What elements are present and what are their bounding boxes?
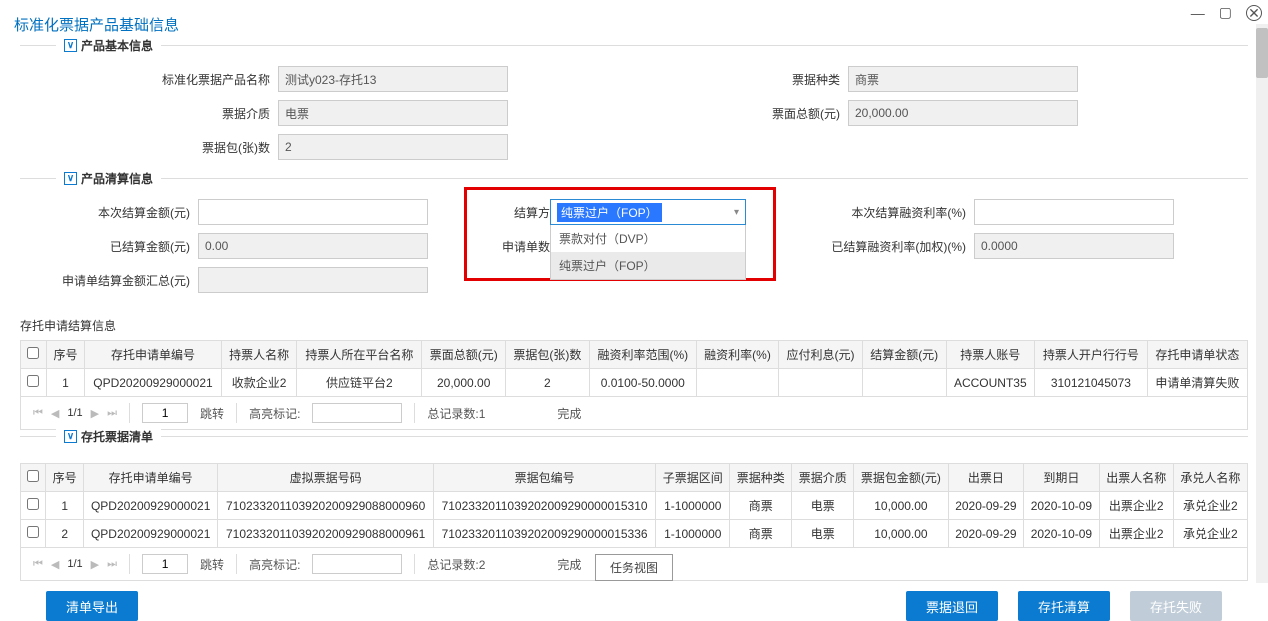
settle-rate-input[interactable] xyxy=(974,199,1174,225)
chevron-down-icon: ∨ xyxy=(64,39,77,52)
chevron-down-icon: ∨ xyxy=(64,172,77,185)
table-header: 持票人所在平台名称 xyxy=(297,341,422,369)
table-header: 结算金额(元) xyxy=(862,341,946,369)
pager-highlight-input[interactable] xyxy=(312,403,402,423)
table-header: 持票人开户行行号 xyxy=(1035,341,1148,369)
settle-info-pager: ⏮ ◀ 1/1 ▶ ⏭ 跳转 高亮标记: 总记录数:1 完成 xyxy=(20,397,1248,430)
table-header: 存托申请单状态 xyxy=(1147,341,1247,369)
pager-goto-input[interactable] xyxy=(142,403,188,423)
bank-link[interactable]: 310121045073 xyxy=(1035,369,1148,397)
export-button[interactable]: 清单导出 xyxy=(46,591,138,621)
table-header: 融资利率范围(%) xyxy=(589,341,696,369)
table-header: 票据种类 xyxy=(730,464,792,492)
table-header: 融资利率(%) xyxy=(696,341,778,369)
table-row[interactable]: 1QPD202009290000217102332011039202009290… xyxy=(21,492,1248,520)
table-header: 承兑人名称 xyxy=(1173,464,1247,492)
settle-method-option-dvp[interactable]: 票款对付（DVP） xyxy=(551,225,745,252)
pack-count-label: 票据包(张)数 xyxy=(48,139,278,156)
header-checkbox[interactable] xyxy=(27,470,39,482)
settled-amt-label: 已结算金额(元) xyxy=(48,238,198,255)
table-header: 出票日 xyxy=(948,464,1024,492)
section-clearing-legend[interactable]: ∨ 产品清算信息 xyxy=(56,170,161,187)
medium-field xyxy=(278,100,508,126)
table-header: 持票人名称 xyxy=(221,341,296,369)
table-header: 存托申请单编号 xyxy=(83,464,217,492)
table-header: 持票人账号 xyxy=(946,341,1035,369)
table-header xyxy=(21,464,46,492)
return-button[interactable]: 票据退回 xyxy=(906,591,998,621)
table-header: 票据介质 xyxy=(792,464,854,492)
table-header: 票面总额(元) xyxy=(422,341,506,369)
bill-type-label: 票据种类 xyxy=(728,71,848,88)
settled-rate-label: 已结算融资利率(加权)(%) xyxy=(814,238,974,255)
bill-type-field xyxy=(848,66,1078,92)
face-total-label: 票面总额(元) xyxy=(728,105,848,122)
pack-count-field xyxy=(278,134,508,160)
bill-list-table: 序号存托申请单编号虚拟票据号码票据包编号子票据区间票据种类票据介质票据包金额(元… xyxy=(20,463,1248,548)
settle-button[interactable]: 存托清算 xyxy=(1018,591,1110,621)
table-header: 应付利息(元) xyxy=(779,341,863,369)
task-view-button[interactable]: 任务视图 xyxy=(595,554,673,581)
pager-last-icon[interactable]: ⏭ xyxy=(107,407,117,420)
product-name-label: 标准化票据产品名称 xyxy=(48,71,278,88)
row-checkbox[interactable] xyxy=(27,498,39,510)
table-header: 存托申请单编号 xyxy=(85,341,222,369)
table-header: 序号 xyxy=(46,341,84,369)
pager-first-icon[interactable]: ⏮ xyxy=(33,558,43,571)
table-row[interactable]: 1 QPD20200929000021 收款企业2 供应链平台2 20,000.… xyxy=(21,369,1248,397)
settle-amt-label: 本次结算金额(元) xyxy=(48,204,198,221)
settle-amt-input[interactable] xyxy=(198,199,428,225)
table-header: 票据包(张)数 xyxy=(506,341,590,369)
account-link[interactable]: ACCOUNT35 xyxy=(946,369,1035,397)
product-name-field xyxy=(278,66,508,92)
page-title: 标准化票据产品基础信息 xyxy=(0,0,1268,45)
settle-method-select[interactable]: 纯票过户（FOP） ▾ xyxy=(550,199,746,225)
table-header: 出票人名称 xyxy=(1099,464,1173,492)
table-header: 虚拟票据号码 xyxy=(218,464,434,492)
pager-prev-icon[interactable]: ◀ xyxy=(51,407,59,420)
face-total-field xyxy=(848,100,1078,126)
settle-method-option-fop[interactable]: 纯票过户（FOP） xyxy=(551,252,745,279)
fail-button[interactable]: 存托失败 xyxy=(1130,591,1222,621)
pager-next-icon[interactable]: ▶ xyxy=(91,558,99,571)
sum-field xyxy=(198,267,428,293)
pager-highlight-input[interactable] xyxy=(312,554,402,574)
chevron-down-icon: ▾ xyxy=(734,207,739,218)
chevron-down-icon: ∨ xyxy=(64,430,77,443)
maximize-icon[interactable]: ▢ xyxy=(1219,4,1232,21)
vertical-scrollbar[interactable] xyxy=(1256,24,1268,583)
pager-next-icon[interactable]: ▶ xyxy=(91,407,99,420)
table-header: 票据包编号 xyxy=(433,464,655,492)
pager-goto-input[interactable] xyxy=(142,554,188,574)
table-header: 到期日 xyxy=(1024,464,1100,492)
close-icon[interactable]: ✕ xyxy=(1246,5,1262,21)
section-bill-list-legend[interactable]: ∨ 存托票据清单 xyxy=(56,428,161,445)
settle-info-table: 序号存托申请单编号持票人名称持票人所在平台名称票面总额(元)票据包(张)数融资利… xyxy=(20,340,1248,397)
settle-info-title: 存托申请结算信息 xyxy=(20,307,1248,340)
row-checkbox[interactable] xyxy=(27,375,39,387)
table-header: 票据包金额(元) xyxy=(854,464,948,492)
table-header: 序号 xyxy=(46,464,84,492)
sum-label: 申请单结算金额汇总(元) xyxy=(48,272,198,289)
pager-first-icon[interactable]: ⏮ xyxy=(33,407,43,420)
minimize-icon[interactable]: — xyxy=(1191,5,1205,21)
pager-jump-button[interactable]: 跳转 xyxy=(200,556,224,573)
pager-last-icon[interactable]: ⏭ xyxy=(107,558,117,571)
section-basic-legend[interactable]: ∨ 产品基本信息 xyxy=(56,37,161,54)
medium-label: 票据介质 xyxy=(48,105,278,122)
settled-rate-field xyxy=(974,233,1174,259)
settle-rate-label: 本次结算融资利率(%) xyxy=(814,204,974,221)
pager-prev-icon[interactable]: ◀ xyxy=(51,558,59,571)
header-checkbox[interactable] xyxy=(27,347,39,359)
row-checkbox[interactable] xyxy=(27,526,39,538)
settled-amt-field xyxy=(198,233,428,259)
table-row[interactable]: 2QPD202009290000217102332011039202009290… xyxy=(21,520,1248,548)
pager-jump-button[interactable]: 跳转 xyxy=(200,405,224,422)
table-header xyxy=(21,341,47,369)
table-header: 子票据区间 xyxy=(656,464,730,492)
